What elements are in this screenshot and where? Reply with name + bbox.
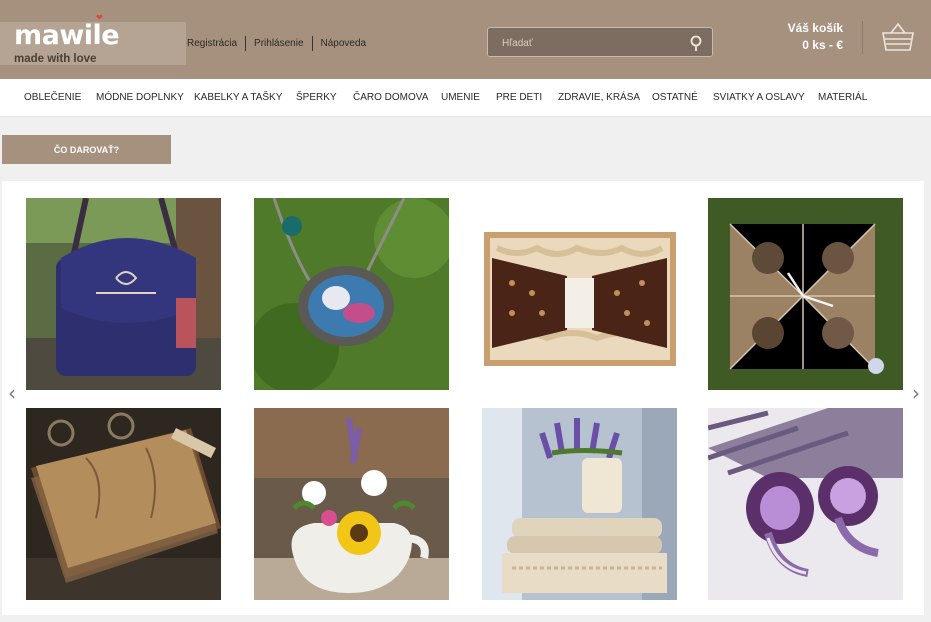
nav-item-kids[interactable]: PRE DETI [496,92,542,103]
search-input[interactable] [502,36,682,50]
site-header: mawile ❤ made with love Registrácia Prih… [0,0,931,79]
carousel-prev-arrow[interactable]: ‹ [8,381,16,405]
nav-item-other[interactable]: OSTATNÉ [652,92,698,103]
search-box [487,27,713,57]
nav-item-holidays[interactable]: SVIATKY A OSLAVY [713,92,805,103]
product-carousel: ‹ › [2,181,924,615]
help-link[interactable]: Nápoveda [313,38,375,49]
product-image-pendant[interactable] [254,198,449,390]
account-links: Registrácia Prihlásenie Nápoveda [179,36,374,51]
nav-item-jewelry[interactable]: ŠPERKY [296,92,337,103]
nav-item-bags[interactable]: KABELKY A TAŠKY [194,92,282,103]
nav-item-home[interactable]: ČARO DOMOVA [353,92,428,103]
category-nav: OBLEČENIE MÓDNE DOPLNKY KABELKY A TAŠKY … [0,79,931,117]
search-icon[interactable] [688,34,704,52]
cart-title[interactable]: Váš košík [760,21,843,35]
heart-icon: ❤ [96,13,103,22]
nav-item-health[interactable]: ZDRAVIE, KRÁSA [558,92,640,103]
gift-ideas-button[interactable]: ČO DAROVAŤ? [2,135,171,164]
product-image-wooden-bowtie[interactable] [482,198,677,390]
product-image-photo-clock[interactable] [708,198,903,390]
nav-item-clothing[interactable]: OBLEČENIE [24,92,81,103]
register-link[interactable]: Registrácia [179,38,245,49]
basket-icon[interactable] [881,22,915,52]
login-link[interactable]: Prihlásenie [246,38,311,49]
carousel-next-arrow[interactable]: › [912,381,920,405]
cart-count[interactable]: 0 ks - € [760,38,843,52]
product-image-earrings[interactable] [708,408,903,600]
divider [862,21,863,54]
product-image-lavender-linens[interactable] [482,408,677,600]
product-image-flower-teapot[interactable] [254,408,449,600]
logo[interactable]: mawile [14,20,120,51]
nav-item-accessories[interactable]: MÓDNE DOPLNKY [96,92,184,103]
product-image-handbag[interactable] [26,198,221,390]
product-image-journal[interactable] [26,408,221,600]
logo-tagline: made with love [14,53,97,65]
nav-item-material[interactable]: MATERIÁL [818,92,867,103]
nav-item-art[interactable]: UMENIE [441,92,480,103]
